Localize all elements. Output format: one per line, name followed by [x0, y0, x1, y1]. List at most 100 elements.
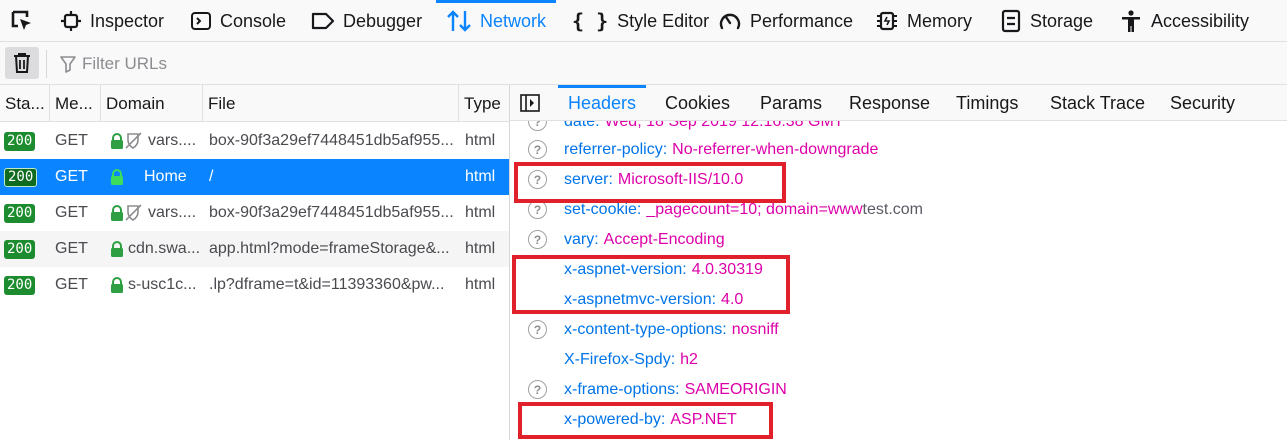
- performance-icon: [719, 13, 741, 30]
- tab-style-editor-label: Style Editor: [617, 10, 710, 31]
- tab-style-editor[interactable]: { } Style Editor: [572, 0, 709, 42]
- request-domain: vars....: [148, 204, 197, 221]
- lock-icon: [111, 240, 123, 257]
- request-details-panel: Headers Cookies Params Response Timings …: [510, 85, 1287, 440]
- tracker-shield-icon: [125, 204, 142, 221]
- tab-cookies[interactable]: Cookies: [665, 85, 730, 121]
- tab-inspector[interactable]: Inspector: [60, 0, 164, 42]
- filter-separator: [46, 50, 47, 78]
- request-file: .lp?dframe=t&id=11393360&pw...: [209, 276, 445, 293]
- status-badge: 200: [4, 131, 36, 151]
- tab-network[interactable]: Network: [435, 0, 557, 42]
- request-type: html: [465, 276, 496, 293]
- tab-console[interactable]: Console: [190, 0, 286, 42]
- accessibility-icon: [1122, 10, 1140, 32]
- request-row[interactable]: 200 GET cdn.swa... app.html?mode=frameSt…: [0, 231, 509, 267]
- tab-storage-label: Storage: [1030, 10, 1094, 31]
- tab-debugger-label: Debugger: [343, 10, 423, 31]
- inspector-icon: [61, 11, 81, 31]
- toggle-sidebar-button[interactable]: [520, 94, 540, 117]
- network-filter-bar: [0, 42, 1287, 85]
- status-badge: 200: [4, 167, 38, 187]
- status-badge: 200: [4, 275, 36, 295]
- tab-params[interactable]: Params: [760, 85, 822, 121]
- header-row-x-aspnet-version: x-aspnet-version: 4.0.30319: [564, 261, 763, 278]
- request-file: box-90f3a29ef7448451db5af955...: [209, 204, 454, 221]
- help-icon[interactable]: ?: [528, 230, 547, 249]
- request-type: html: [465, 132, 496, 149]
- debugger-icon: [311, 12, 335, 30]
- column-method[interactable]: Me...: [50, 85, 101, 122]
- console-icon: [191, 12, 211, 30]
- devtools-toolbar: Inspector Console Debugger Network { } S…: [0, 0, 1287, 42]
- header-row-set-cookie: ? set-cookie: _pagecount=10; domain=wwwte…: [510, 195, 1287, 225]
- header-row-x-powered-by: x-powered-by: ASP.NET: [564, 411, 737, 428]
- tab-timings[interactable]: Timings: [956, 85, 1018, 121]
- element-picker-button[interactable]: [0, 0, 44, 42]
- request-type: html: [465, 240, 496, 257]
- tracker-shield-icon: [125, 132, 142, 149]
- filter-urls-input[interactable]: [82, 54, 442, 74]
- tab-debugger[interactable]: Debugger: [311, 0, 422, 42]
- tab-accessibility-label: Accessibility: [1151, 10, 1250, 31]
- request-file: box-90f3a29ef7448451db5af955...: [209, 132, 454, 149]
- column-file[interactable]: File: [203, 85, 459, 122]
- column-type[interactable]: Type: [459, 85, 509, 122]
- request-list: Sta... Me... Domain File Type 200 GET va…: [0, 85, 509, 440]
- help-icon[interactable]: ?: [528, 320, 547, 339]
- help-icon[interactable]: ?: [528, 140, 547, 159]
- help-icon[interactable]: ?: [528, 380, 547, 399]
- status-badge: 200: [4, 239, 36, 259]
- help-icon[interactable]: ?: [528, 200, 547, 219]
- request-type: html: [465, 168, 496, 185]
- request-row[interactable]: 200 GET s-usc1c... .lp?dframe=t&id=11393…: [0, 267, 509, 303]
- request-method: GET: [55, 240, 88, 257]
- request-row[interactable]: 200 GET vars.... box-90f3a29ef7448451db5…: [0, 195, 509, 231]
- header-row-vary: ? vary: Accept-Encoding: [510, 225, 1287, 255]
- request-method: GET: [55, 276, 88, 293]
- tab-console-label: Console: [220, 10, 287, 31]
- header-row-referrer-policy: ? referrer-policy: No-referrer-when-downg…: [510, 135, 1287, 165]
- trash-icon: [14, 53, 30, 73]
- lock-icon: [111, 276, 123, 293]
- tab-stack-trace[interactable]: Stack Trace: [1050, 85, 1145, 121]
- lock-icon: [111, 168, 123, 185]
- request-file: app.html?mode=frameStorage&...: [209, 240, 450, 257]
- tab-inspector-label: Inspector: [90, 10, 165, 31]
- tab-storage[interactable]: Storage: [1000, 0, 1093, 42]
- tab-accessibility[interactable]: Accessibility: [1119, 0, 1249, 42]
- tab-memory-label: Memory: [907, 10, 973, 31]
- lock-icon: [111, 204, 123, 221]
- request-row[interactable]: 200 GET vars.... box-90f3a29ef7448451db5…: [0, 123, 509, 159]
- header-row-x-content-type-options: ? x-content-type-options: nosniff: [510, 315, 1287, 345]
- details-tabbar: Headers Cookies Params Response Timings …: [510, 85, 1287, 121]
- tab-response[interactable]: Response: [849, 85, 930, 121]
- help-icon[interactable]: ?: [528, 170, 547, 189]
- lock-icon: [111, 132, 123, 149]
- request-row-selected[interactable]: 200 GET Home / html: [0, 159, 509, 195]
- request-method: GET: [55, 132, 88, 149]
- filter-icon: [60, 56, 76, 73]
- tab-performance-label: Performance: [750, 10, 854, 31]
- request-domain: s-usc1c...: [128, 276, 197, 293]
- request-domain: Home: [144, 168, 187, 185]
- tab-performance[interactable]: Performance: [718, 0, 853, 42]
- column-status[interactable]: Sta...: [0, 85, 50, 122]
- tab-security[interactable]: Security: [1170, 85, 1235, 121]
- tab-headers[interactable]: Headers: [557, 85, 647, 121]
- memory-icon: [877, 11, 897, 31]
- request-type: html: [465, 204, 496, 221]
- style-editor-icon: { }: [572, 9, 609, 33]
- tab-memory[interactable]: Memory: [875, 0, 972, 42]
- request-domain: cdn.swa...: [128, 240, 201, 257]
- header-row-x-frame-options: ? x-frame-options: SAMEORIGIN: [510, 375, 1287, 405]
- clear-requests-button[interactable]: [5, 47, 39, 79]
- request-domain: vars....: [148, 132, 197, 149]
- column-domain[interactable]: Domain: [101, 85, 203, 122]
- request-method: GET: [55, 204, 88, 221]
- sidebar-toggle-icon: [520, 94, 540, 112]
- tab-network-label: Network: [480, 10, 547, 31]
- filter-urls[interactable]: [60, 50, 460, 78]
- request-list-header: Sta... Me... Domain File Type: [0, 85, 509, 122]
- network-icon: [447, 10, 471, 32]
